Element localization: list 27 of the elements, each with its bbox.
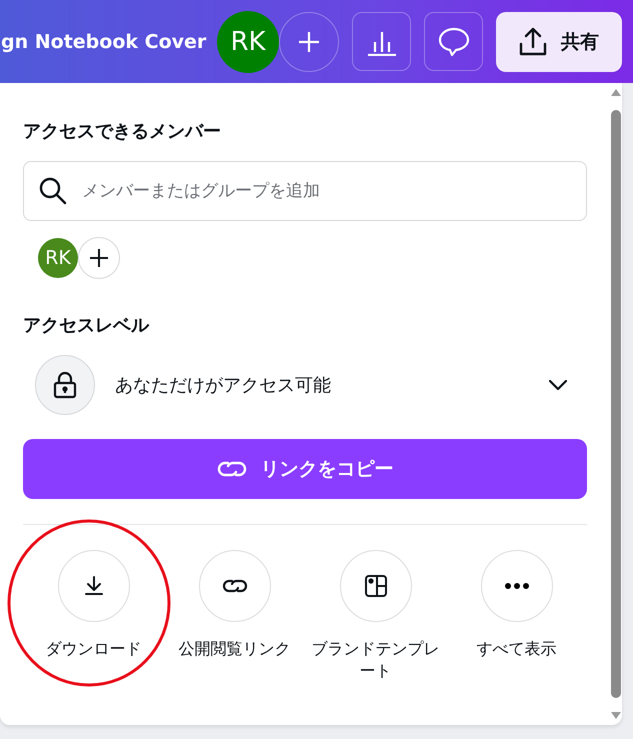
share-button[interactable]: 共有: [496, 12, 622, 72]
action-label: ダウンロード: [44, 638, 142, 660]
insights-button[interactable]: [352, 12, 411, 71]
section-heading: アクセスレベル: [23, 314, 150, 337]
add-collaborator-button[interactable]: [279, 12, 339, 72]
plus-icon: [89, 248, 109, 268]
design-title: gn Notebook Cover: [0, 30, 206, 52]
scroll-up-icon[interactable]: [611, 89, 621, 96]
copy-link-button[interactable]: リンクをコピー: [23, 439, 587, 499]
search-icon: [38, 176, 68, 206]
lock-icon: [53, 371, 77, 399]
scroll-down-icon[interactable]: [611, 712, 621, 719]
chevron-down-icon: [549, 380, 567, 390]
action-label: ブランドテンプレート: [310, 638, 440, 682]
comment-icon: [438, 26, 470, 56]
action-label: 公開閲覧リンク: [178, 638, 292, 660]
action-label: すべて表示: [476, 638, 558, 660]
member-avatar: RK: [38, 238, 78, 278]
upload-icon: [519, 26, 547, 56]
add-member-button[interactable]: [78, 237, 120, 279]
plus-icon: [298, 30, 320, 52]
template-icon: [362, 573, 388, 599]
search-field[interactable]: メンバーまたはグループを追加: [23, 161, 587, 221]
section-heading: アクセスできるメンバー: [23, 120, 222, 143]
user-avatar[interactable]: RK: [217, 10, 279, 72]
more-icon: [504, 582, 530, 590]
comment-button[interactable]: [424, 12, 483, 71]
